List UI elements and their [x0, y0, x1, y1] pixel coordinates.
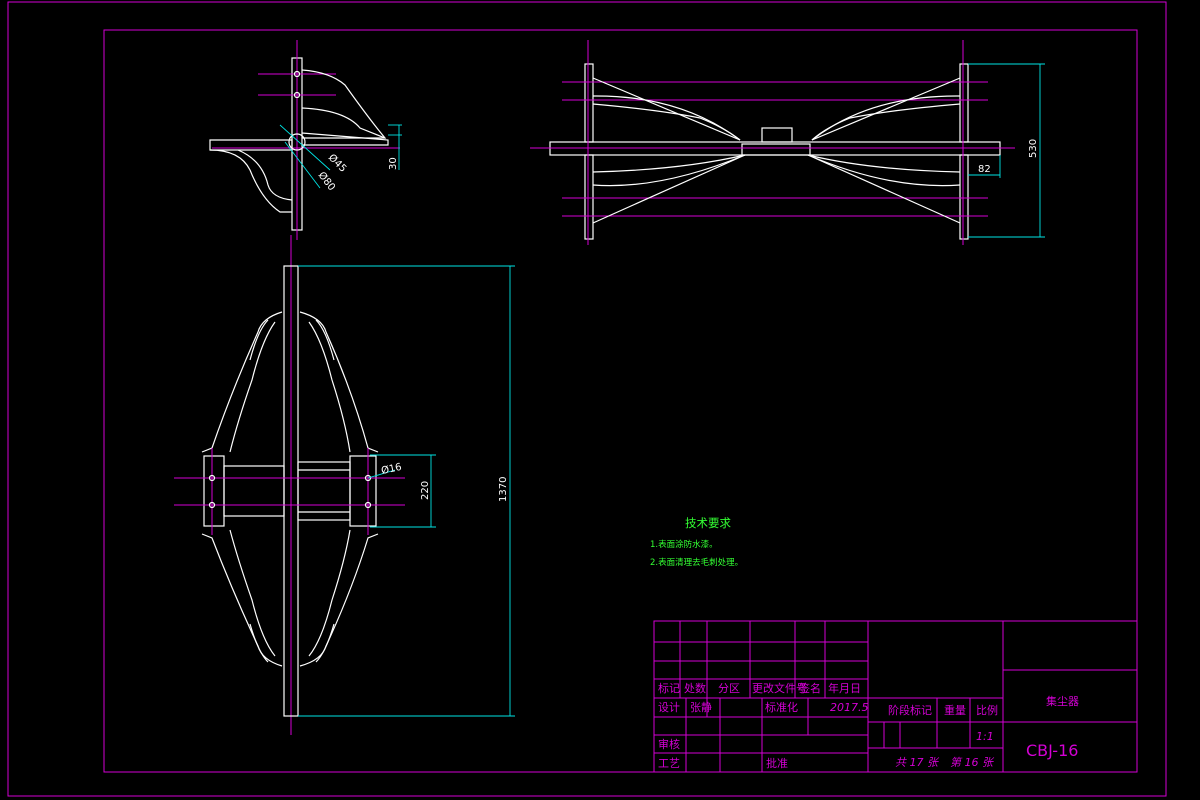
tech-notes-title: 技术要求	[685, 516, 731, 530]
main-view: 220 1370 Ø16	[174, 235, 515, 735]
tb-weight-label: 重量	[944, 703, 966, 717]
dim-dia-80: Ø80	[316, 169, 338, 193]
top-left-view: 30 Ø45 Ø80	[209, 40, 402, 240]
tb-approve-label: 批准	[766, 756, 788, 770]
dim-220: 220	[420, 481, 431, 500]
dim-dia-16: Ø16	[380, 461, 403, 477]
tb-date: 2017.5	[830, 701, 869, 714]
sheet-outer-border	[7, 1, 1167, 797]
dim-82: 82	[978, 164, 991, 175]
tb-stage-mark-label: 阶段标记	[888, 703, 932, 717]
title-block: 标记 处数 分区 更改文件号 签名 年月日 设计 张静 标准化 2017.5 审…	[653, 620, 1138, 773]
cad-drawing: 30 Ø45 Ø80 530 82 220 1370 Ø16 技术要求 1.表面…	[7, 1, 1167, 797]
tb-header-date: 年月日	[828, 681, 861, 695]
tb-scale-value: 1:1	[976, 730, 994, 743]
drawing-title: 集尘器	[1046, 694, 1079, 708]
tb-process-label: 工艺	[658, 757, 680, 770]
tech-note-2: 2.表面清理去毛刺处理。	[650, 557, 743, 568]
tb-designer: 张静	[690, 700, 712, 714]
tech-note-1: 1.表面涂防水漆。	[650, 539, 718, 550]
tb-total-sheets: 共 17 张	[895, 756, 940, 769]
dim-dia-45: Ø45	[326, 152, 349, 175]
front-right-view: 530 82	[530, 40, 1045, 245]
tb-header-mark: 标记	[658, 681, 680, 695]
tb-design-label: 设计	[658, 701, 680, 714]
dim-1370: 1370	[498, 477, 509, 502]
tb-standardize-label: 标准化	[765, 700, 798, 714]
tb-sheet-no: 第 16 张	[950, 756, 995, 769]
drawing-number: CBJ-16	[1026, 741, 1078, 760]
sheet-inner-border	[103, 29, 1138, 773]
dim-30: 30	[388, 157, 399, 170]
tb-header-signature: 签名	[799, 681, 821, 695]
tb-header-count: 处数	[684, 682, 706, 695]
tb-scale-label: 比例	[976, 703, 998, 717]
tb-header-zone: 分区	[718, 682, 740, 695]
technical-requirements: 技术要求 1.表面涂防水漆。 2.表面清理去毛刺处理。	[650, 516, 743, 568]
dim-530: 530	[1028, 139, 1039, 158]
tb-review-label: 审核	[658, 737, 680, 751]
